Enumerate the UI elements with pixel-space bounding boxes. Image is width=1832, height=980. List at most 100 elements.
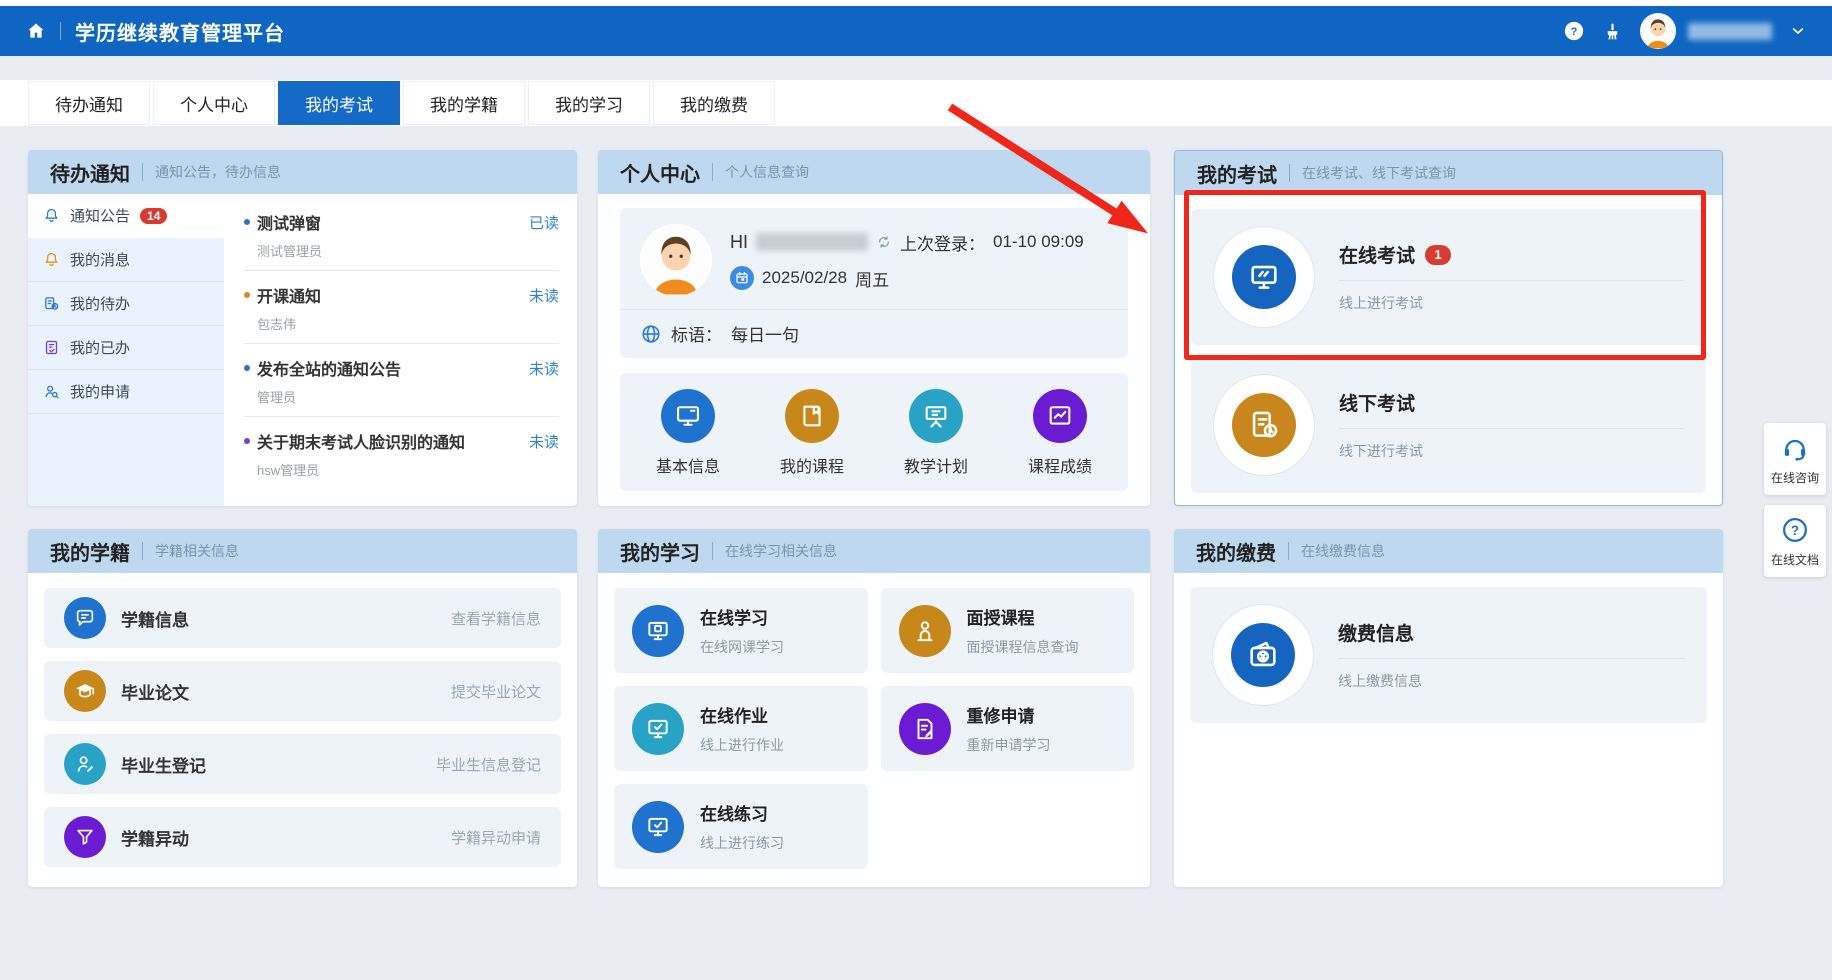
roll-info-item[interactable]: 学籍信息 查看学籍信息 — [44, 588, 561, 648]
sidebar-item-my-todo[interactable]: 我的待办 — [28, 282, 224, 326]
float-label: 在线文档 — [1771, 551, 1819, 568]
avatar[interactable] — [1640, 13, 1676, 49]
filter-icon — [64, 816, 106, 858]
document-edit-icon — [899, 703, 951, 755]
greeting-text: HI — [730, 232, 748, 253]
sidebar-item-label: 通知公告 — [70, 205, 130, 226]
notification-item[interactable]: 关于期末考试人脸识别的通知 未读 hsw管理员 — [244, 417, 559, 489]
item-desc: 线上缴费信息 — [1338, 671, 1685, 691]
unread-dot — [244, 292, 250, 298]
tab-my-exam[interactable]: 我的考试 — [278, 81, 400, 125]
online-exam-item[interactable]: 在线考试 1 线上进行考试 — [1191, 209, 1706, 345]
tab-todo-notice[interactable]: 待办通知 — [28, 81, 150, 125]
online-practice-item[interactable]: 在线练习 线上进行练习 — [614, 784, 868, 869]
item-action: 提交毕业论文 — [451, 681, 541, 702]
slogan-value: 每日一句 — [731, 321, 799, 346]
sidebar-item-my-applications[interactable]: 我的申请 — [28, 370, 224, 414]
notification-status: 已读 — [529, 212, 559, 233]
panel-personal-center: 个人中心 个人信息查询 HI 上次登录： 01-10 09:09 20 — [598, 150, 1150, 506]
payment-body: 缴费信息 线上缴费信息 — [1174, 573, 1723, 737]
chart-icon — [1033, 389, 1087, 443]
notification-list: 测试弹窗 已读 测试管理员 开课通知 未读 包志伟 发布全站的通知公告 未读 — [224, 194, 577, 506]
header-divider — [60, 22, 61, 40]
headset-icon — [1781, 434, 1809, 462]
sidebar-item-notices[interactable]: 通知公告 14 — [28, 194, 224, 238]
panel-my-payment: 我的缴费 在线缴费信息 缴费信息 线上缴费信息 — [1174, 529, 1723, 887]
online-consult-button[interactable]: 在线咨询 — [1764, 423, 1826, 495]
notification-title: 关于期末考试人脸识别的通知 — [257, 429, 529, 453]
online-study-item[interactable]: 在线学习 在线网课学习 — [614, 588, 868, 673]
notification-item[interactable]: 测试弹窗 已读 测试管理员 — [244, 198, 559, 271]
online-docs-button[interactable]: ? 在线文档 — [1764, 505, 1826, 577]
theme-brush-icon[interactable] — [1603, 22, 1622, 41]
item-divider — [1339, 280, 1684, 281]
notification-author: hsw管理员 — [257, 460, 559, 479]
last-login-label: 上次登录： — [900, 230, 985, 255]
monitor-check-icon — [632, 703, 684, 755]
monitor-icon — [661, 389, 715, 443]
tab-my-study[interactable]: 我的学习 — [528, 81, 650, 125]
help-icon[interactable]: ? — [1563, 20, 1585, 42]
quick-action-course-grades[interactable]: 课程成绩 — [1028, 389, 1092, 477]
exam-body: 在线考试 1 线上进行考试 线下考试 线下进行考试 — [1175, 195, 1722, 506]
roll-change-item[interactable]: 学籍异动 学籍异动申请 — [44, 807, 561, 867]
icon-ring — [1213, 226, 1315, 328]
exam-count-badge: 1 — [1425, 245, 1451, 265]
notification-title: 测试弹窗 — [257, 210, 529, 234]
panel-title-divider — [712, 542, 713, 560]
chevron-down-icon[interactable] — [1790, 23, 1806, 39]
person-search-icon — [43, 383, 60, 400]
sidebar-item-my-done[interactable]: 我的已办 — [28, 326, 224, 370]
float-label: 在线咨询 — [1771, 469, 1819, 486]
panel-header: 我的缴费 在线缴费信息 — [1174, 529, 1723, 573]
notification-status: 未读 — [529, 285, 559, 306]
item-label: 毕业论文 — [121, 679, 436, 704]
sidebar-item-my-messages[interactable]: 我的消息 — [28, 238, 224, 282]
home-icon[interactable] — [26, 21, 46, 41]
wallet-icon — [1231, 623, 1295, 687]
item-desc: 在线网课学习 — [700, 637, 784, 657]
tab-my-payment[interactable]: 我的缴费 — [653, 81, 775, 125]
header-left: 学历继续教育管理平台 — [26, 17, 285, 46]
graduation-thesis-item[interactable]: 毕业论文 提交毕业论文 — [44, 661, 561, 721]
item-title: 缴费信息 — [1338, 619, 1414, 646]
lecturer-icon — [899, 605, 951, 657]
sidebar-item-label: 我的申请 — [70, 381, 130, 402]
panel-title-divider — [142, 542, 143, 560]
notification-item[interactable]: 开课通知 未读 包志伟 — [244, 271, 559, 344]
panel-header: 我的考试 在线考试、线下考试查询 — [1175, 151, 1722, 195]
notification-status: 未读 — [529, 358, 559, 379]
item-action: 毕业生信息登记 — [436, 754, 541, 775]
online-homework-item[interactable]: 在线作业 线上进行作业 — [614, 686, 868, 771]
panel-title-divider — [1288, 542, 1289, 560]
quick-action-label: 我的课程 — [780, 453, 844, 477]
item-action: 学籍异动申请 — [451, 827, 541, 848]
notification-item[interactable]: 发布全站的通知公告 未读 管理员 — [244, 344, 559, 417]
notification-author: 包志伟 — [257, 314, 559, 333]
panel-subtitle: 通知公告，待办信息 — [155, 162, 281, 182]
item-title: 面授课程 — [967, 604, 1079, 629]
avatar[interactable] — [640, 224, 712, 296]
svg-text:?: ? — [1791, 523, 1799, 538]
retake-application-item[interactable]: 重修申请 重新申请学习 — [881, 686, 1135, 771]
date-line: 2025/02/28 周五 — [730, 266, 1084, 291]
tab-personal-center[interactable]: 个人中心 — [153, 81, 275, 125]
item-title: 在线考试 — [1339, 241, 1415, 268]
tab-my-roll[interactable]: 我的学籍 — [403, 81, 525, 125]
payment-info-item[interactable]: 缴费信息 线上缴费信息 — [1190, 587, 1707, 723]
item-title: 在线作业 — [700, 702, 784, 727]
unread-dot — [244, 365, 250, 371]
panel-title: 我的考试 — [1197, 159, 1277, 188]
quick-action-teaching-plan[interactable]: 教学计划 — [904, 389, 968, 477]
panel-subtitle: 在线考试、线下考试查询 — [1302, 163, 1456, 183]
quick-action-basic-info[interactable]: 基本信息 — [656, 389, 720, 477]
card-divider — [620, 309, 1128, 310]
document-check-icon — [43, 339, 60, 356]
item-title: 重修申请 — [967, 702, 1051, 727]
quick-action-my-courses[interactable]: 我的课程 — [780, 389, 844, 477]
monitor-check-icon — [632, 801, 684, 853]
unread-dot — [244, 219, 250, 225]
graduate-registration-item[interactable]: 毕业生登记 毕业生信息登记 — [44, 734, 561, 794]
offline-exam-item[interactable]: 线下考试 线下进行考试 — [1191, 357, 1706, 493]
face-to-face-course-item[interactable]: 面授课程 面授课程信息查询 — [881, 588, 1135, 673]
